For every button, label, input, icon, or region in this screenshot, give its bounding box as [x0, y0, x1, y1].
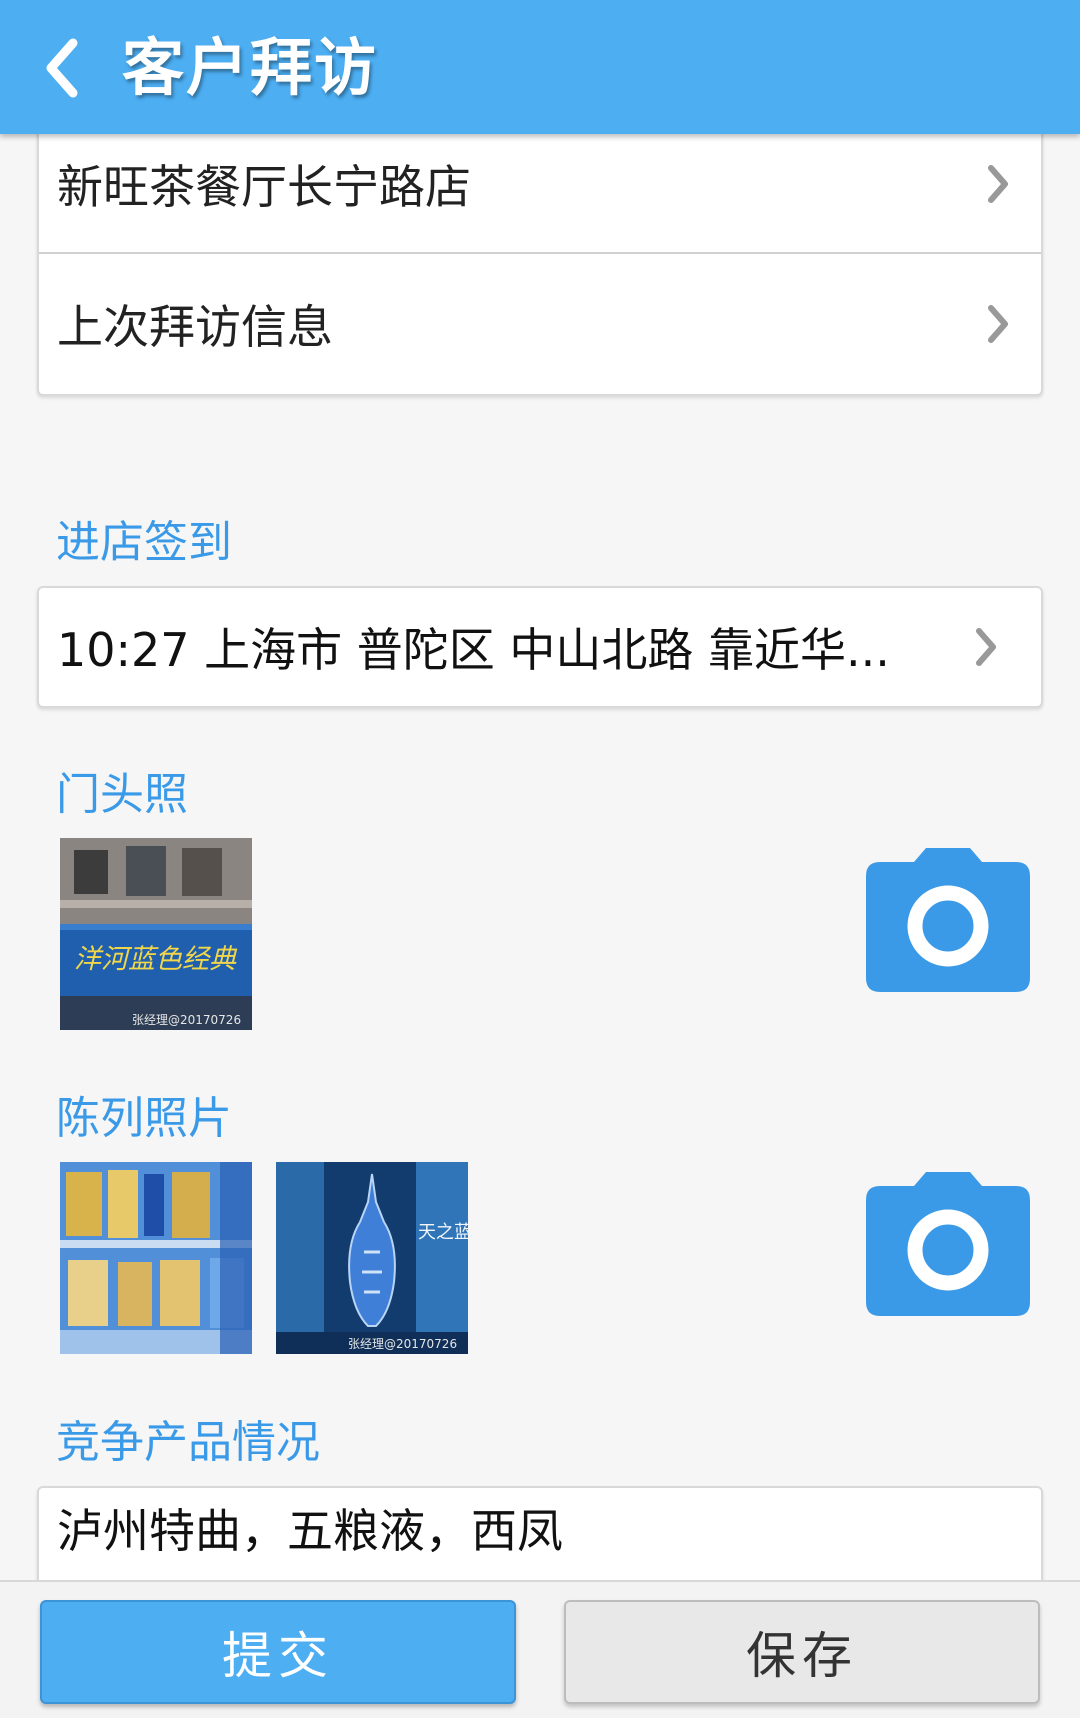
storefront-photo[interactable]: 洋河蓝色经典 张经理@20170726: [60, 838, 252, 1030]
back-button[interactable]: [36, 30, 86, 106]
content-area[interactable]: 新旺茶餐厅长宁路店 上次拜访信息 进店签到 10:27 上海市 普陀区 中山北路…: [0, 134, 1080, 1580]
photo-watermark: 张经理@20170726: [348, 1337, 457, 1351]
store-row[interactable]: 新旺茶餐厅长宁路店: [39, 134, 1041, 252]
store-name: 新旺茶餐厅长宁路店: [57, 160, 471, 214]
storefront-section-title: 门头照: [56, 769, 188, 820]
last-visit-row[interactable]: 上次拜访信息: [39, 254, 1041, 394]
chevron-right-icon: [976, 628, 996, 666]
competition-section-title: 竞争产品情况: [56, 1417, 320, 1468]
submit-button[interactable]: 提交: [40, 1600, 516, 1704]
display-section-title: 陈列照片: [56, 1093, 232, 1144]
bottom-action-bar: 提交 保存: [0, 1580, 1080, 1718]
checkin-section-title: 进店签到: [56, 517, 232, 568]
competition-row[interactable]: 泸州特曲，五粮液，西凤: [39, 1488, 1041, 1568]
display-photo-2[interactable]: 天之蓝 张经理@20170726: [276, 1162, 468, 1354]
camera-icon[interactable]: [866, 844, 1030, 992]
checkin-row[interactable]: 10:27 上海市 普陀区 中山北路 靠近华...: [39, 588, 1041, 706]
chevron-right-icon: [988, 305, 1008, 343]
storefront-sign-text: 洋河蓝色经典: [74, 944, 238, 975]
competition-value: 泸州特曲，五粮液，西凤: [57, 1504, 563, 1558]
save-button[interactable]: 保存: [564, 1600, 1040, 1704]
page-title: 客户拜访: [122, 31, 379, 104]
last-visit-label: 上次拜访信息: [57, 300, 333, 354]
chevron-right-icon: [988, 165, 1008, 203]
checkin-field[interactable]: 10:27 上海市 普陀区 中山北路 靠近华...: [37, 586, 1043, 708]
camera-icon[interactable]: [866, 1168, 1030, 1316]
photo-watermark: 张经理@20170726: [132, 1013, 241, 1027]
bottle-label-text: 天之蓝: [418, 1222, 468, 1243]
display-photo-1[interactable]: [60, 1162, 252, 1354]
customer-card: 新旺茶餐厅长宁路店 上次拜访信息: [37, 134, 1043, 396]
checkin-location: 10:27 上海市 普陀区 中山北路 靠近华...: [57, 623, 890, 677]
chevron-left-icon: [46, 38, 78, 98]
competition-field[interactable]: 泸州特曲，五粮液，西凤: [37, 1486, 1043, 1580]
app-header: 客户拜访: [0, 0, 1080, 134]
